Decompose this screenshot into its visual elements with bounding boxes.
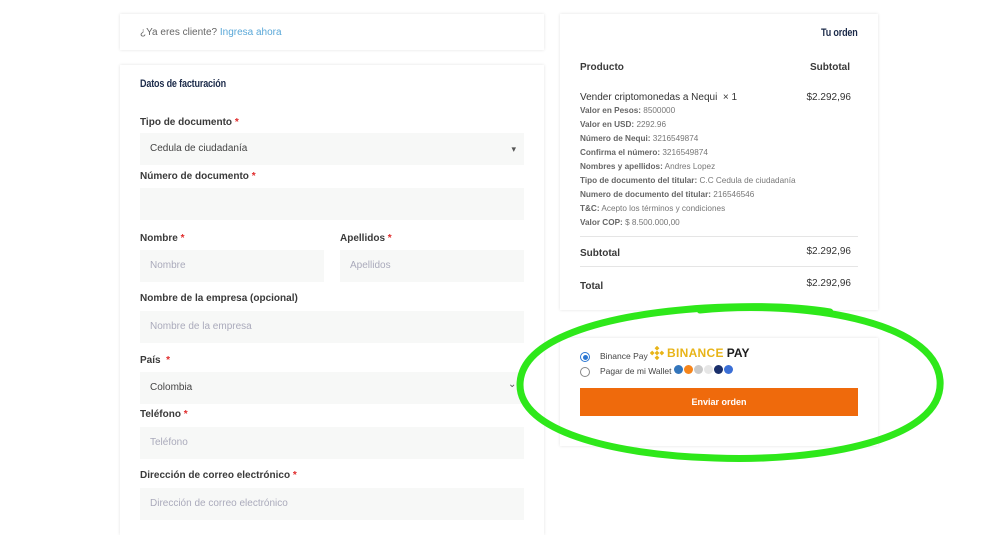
billing-title: Datos de facturación xyxy=(140,78,226,90)
binance-word: BINANCE xyxy=(667,346,724,360)
login-prompt-text: ¿Ya eres cliente? xyxy=(140,27,218,38)
coinbase-icon xyxy=(724,365,733,374)
login-link[interactable]: Ingresa ahora xyxy=(220,27,282,38)
wallet-label[interactable]: Pagar de mi Wallet xyxy=(600,366,672,376)
wallet-icons xyxy=(674,365,733,374)
meta-name: Nombres y apellidos: Andres Lopez xyxy=(580,162,716,171)
product-price: $2.292,96 xyxy=(806,92,852,103)
binance-diamond-icon xyxy=(650,346,664,360)
chevron-down-icon: ⌄ xyxy=(508,379,517,390)
meta-tc: T&C: Acepto los términos y condiciones xyxy=(580,204,726,213)
meta-confirm: Confirma el número: 3216549874 xyxy=(580,148,708,157)
doc-type-select[interactable]: Cedula de ciudadanía ▾ xyxy=(140,133,524,165)
email-label: Dirección de correo electrónico * xyxy=(140,470,297,481)
trust-wallet-icon xyxy=(674,365,683,374)
payment-card: Binance Pay BINANCE PAY Pagar de mi Wall… xyxy=(560,338,878,446)
phone-label: Teléfono * xyxy=(140,409,188,420)
login-prompt: ¿Ya eres cliente? Ingresa ahora xyxy=(140,27,282,38)
wallet-icon xyxy=(714,365,723,374)
company-label: Nombre de la empresa (opcional) xyxy=(140,293,298,304)
wallet-icon xyxy=(704,365,713,374)
divider xyxy=(580,236,858,237)
meta-usd: Valor en USD: 2292.96 xyxy=(580,120,667,129)
billing-card: Datos de facturación Tipo de documento *… xyxy=(120,65,544,535)
last-name-label: Apellidos * xyxy=(340,233,392,244)
total-value: $2.292,96 xyxy=(806,278,852,289)
login-card: ¿Ya eres cliente? Ingresa ahora xyxy=(120,14,544,50)
country-select[interactable]: Colombia xyxy=(140,372,524,404)
doc-number-label: Número de documento * xyxy=(140,171,256,182)
meta-doc-number: Numero de documento del titular: 2165465… xyxy=(580,190,755,199)
binance-pay-logo: BINANCE PAY xyxy=(650,346,749,360)
metamask-icon xyxy=(684,365,693,374)
subtotal-value: $2.292,96 xyxy=(806,246,852,257)
col-product: Producto xyxy=(580,62,624,73)
wallet-radio[interactable] xyxy=(580,367,590,377)
email-input[interactable]: Dirección de correo electrónico xyxy=(140,488,524,520)
meta-doc-type: Tipo de documento del titular: C.C Cedul… xyxy=(580,176,796,185)
order-title: Tu orden xyxy=(821,27,858,39)
wallet-icon xyxy=(694,365,703,374)
total-label: Total xyxy=(580,281,604,292)
subtotal-label: Subtotal xyxy=(580,248,620,259)
first-name-input[interactable]: Nombre xyxy=(140,250,324,282)
binance-pay-word: PAY xyxy=(726,346,750,360)
doc-number-input[interactable] xyxy=(140,188,524,220)
doc-type-label: Tipo de documento * xyxy=(140,117,239,128)
country-label: País * xyxy=(140,355,171,366)
company-input[interactable]: Nombre de la empresa xyxy=(140,311,524,343)
last-name-input[interactable]: Apellidos xyxy=(340,250,524,282)
submit-order-button[interactable]: Enviar orden xyxy=(580,388,858,416)
col-subtotal: Subtotal xyxy=(810,62,850,73)
chevron-down-icon: ▾ xyxy=(511,144,516,154)
meta-cop: Valor COP: $ 8.500.000,00 xyxy=(580,218,680,227)
phone-input[interactable]: Teléfono xyxy=(140,427,524,459)
product-name: Vender criptomonedas a Nequi × 1 xyxy=(580,92,738,103)
meta-pesos: Valor en Pesos: 8500000 xyxy=(580,106,676,115)
first-name-label: Nombre * xyxy=(140,233,185,244)
order-card: Tu orden Producto Subtotal Vender cripto… xyxy=(560,14,878,310)
meta-nequi: Número de Nequi: 3216549874 xyxy=(580,134,699,143)
binance-pay-radio[interactable] xyxy=(580,352,590,362)
binance-pay-label[interactable]: Binance Pay xyxy=(600,351,648,361)
divider xyxy=(580,266,858,267)
